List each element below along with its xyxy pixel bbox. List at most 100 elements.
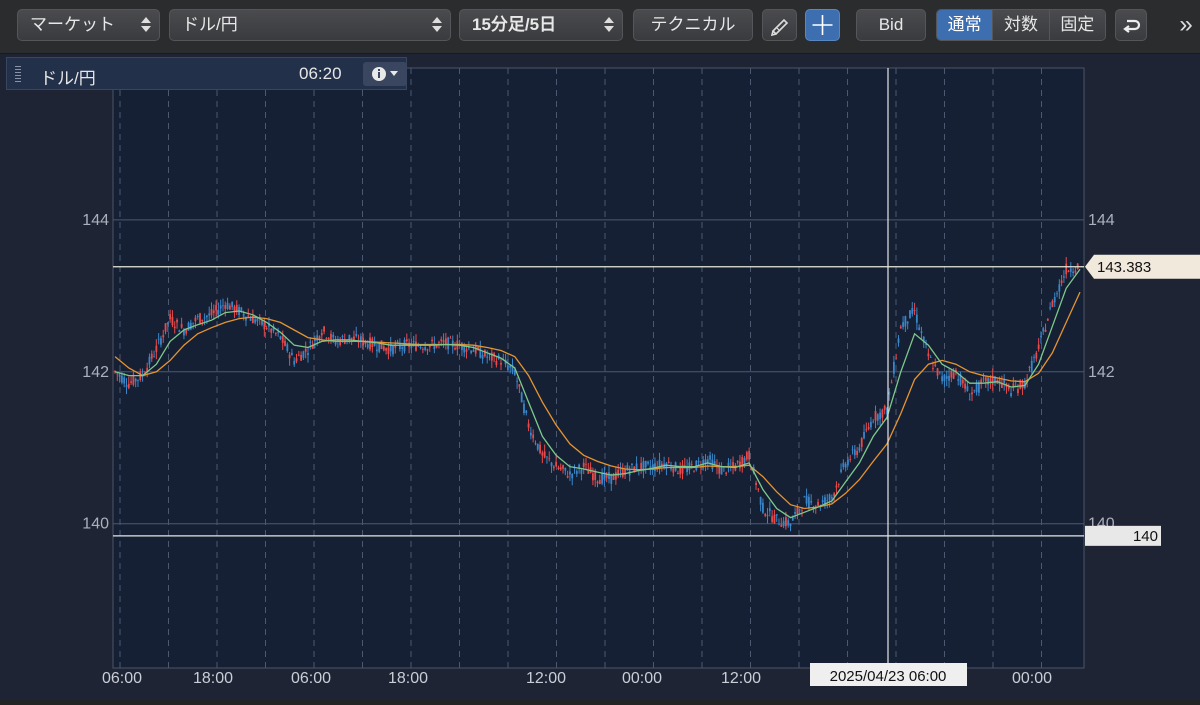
candle-body (644, 460, 647, 468)
candle-body (532, 434, 535, 439)
candle-body (481, 355, 484, 359)
y-tick-label-right: 142 (1088, 364, 1115, 381)
market-select[interactable]: マーケット (17, 9, 160, 41)
undo-button[interactable] (1115, 9, 1147, 41)
candle-body (302, 351, 305, 358)
candle-body (369, 337, 371, 350)
candle-body (975, 382, 978, 393)
candle-body (559, 467, 562, 470)
candle-body (920, 331, 923, 333)
y-tick-label-left: 144 (82, 212, 109, 229)
candle-body (796, 506, 799, 515)
candle-body (932, 368, 934, 369)
candle-body (176, 319, 178, 323)
candle-body (936, 368, 939, 376)
candle-body (330, 333, 332, 340)
candle-body (421, 349, 424, 351)
technical-button[interactable]: テクニカル (633, 9, 753, 41)
candle-body (516, 380, 518, 382)
period-select[interactable]: 15分足/5日 (459, 9, 623, 41)
candle-body (764, 514, 767, 516)
candle-body (536, 443, 539, 450)
candle-body (116, 373, 119, 375)
candle-body (840, 469, 842, 472)
candle-body (171, 316, 174, 326)
candle-body (523, 403, 525, 414)
candle-body (890, 382, 893, 384)
candle-body (787, 520, 790, 526)
candle-body (934, 364, 937, 367)
candle-body (807, 496, 810, 509)
candle-body (178, 330, 181, 332)
symbol-select-label: ドル/円 (182, 15, 238, 34)
bid-button[interactable]: Bid (856, 9, 926, 41)
candle-body (876, 414, 879, 421)
candle-body (693, 471, 695, 473)
candle-body (569, 471, 571, 475)
candle-body (281, 336, 284, 343)
candle-body (350, 337, 353, 339)
candle-body (858, 447, 861, 451)
candle-body (304, 348, 307, 352)
candle-body (913, 310, 916, 312)
candle-body (550, 462, 553, 467)
draw-tool-button[interactable] (762, 9, 797, 41)
info-dropdown-button[interactable] (363, 62, 407, 86)
candle-body (743, 458, 746, 464)
candle-body (212, 310, 215, 313)
candle-body (803, 496, 806, 498)
candle-body (950, 370, 953, 378)
scale-mode-normal[interactable]: 通常 (937, 10, 994, 40)
x-tick-label: 06:00 (102, 670, 142, 687)
candle-body (295, 358, 298, 362)
candle-body (527, 423, 530, 428)
candle-body (203, 317, 206, 319)
candle-body (778, 524, 780, 526)
candle-body (130, 381, 132, 383)
candle-body (348, 334, 351, 340)
scale-mode-log[interactable]: 対数 (993, 10, 1050, 40)
candle-body (709, 455, 711, 460)
candle-body (125, 385, 128, 387)
candle-body (863, 432, 865, 439)
candle-body (984, 377, 987, 382)
symbol-select[interactable]: ドル/円 (169, 9, 451, 41)
more-toolbar-button[interactable]: » (1175, 10, 1197, 40)
candle-body (194, 317, 197, 322)
candle-body (486, 356, 489, 358)
candle-body (180, 324, 183, 328)
candle-body (672, 468, 675, 473)
undo-icon (1123, 19, 1141, 33)
drag-handle-icon[interactable] (15, 66, 21, 82)
candle-body (895, 357, 898, 359)
candle-body (373, 342, 376, 346)
crosshair-time-label: 2025/04/23 06:00 (830, 668, 947, 685)
candle-body (745, 452, 748, 460)
scale-mode-fixed[interactable]: 固定 (1049, 10, 1105, 40)
candle-body (856, 451, 859, 455)
candle-body (968, 399, 971, 401)
candle-body (1060, 280, 1063, 284)
candle-body (580, 469, 583, 474)
candle-body (206, 315, 208, 318)
y-tick-label-left: 142 (82, 364, 109, 381)
candle-body (353, 336, 355, 340)
crosshair-button[interactable] (805, 9, 840, 41)
candle-body (647, 461, 649, 464)
price-chart[interactable]: 144 142 140 144 142 140 06:00 18:00 06:00 18:00… (0, 54, 1200, 700)
candle-body (587, 470, 590, 474)
candle-body (1072, 271, 1075, 274)
candle-body (405, 339, 408, 342)
crosshair-price-label: 140 (1133, 528, 1158, 545)
symbol-info-panel[interactable]: ドル/円 06:20 (6, 57, 407, 90)
candle-body (293, 360, 296, 365)
candle-body (798, 509, 801, 511)
candle-body (169, 314, 172, 320)
candle-body (279, 336, 282, 340)
candle-body (619, 469, 622, 471)
candle-body (964, 383, 967, 389)
candle-body (518, 384, 521, 387)
candle-body (837, 484, 840, 485)
plot-area (112, 67, 1085, 669)
candle-body (851, 449, 854, 451)
